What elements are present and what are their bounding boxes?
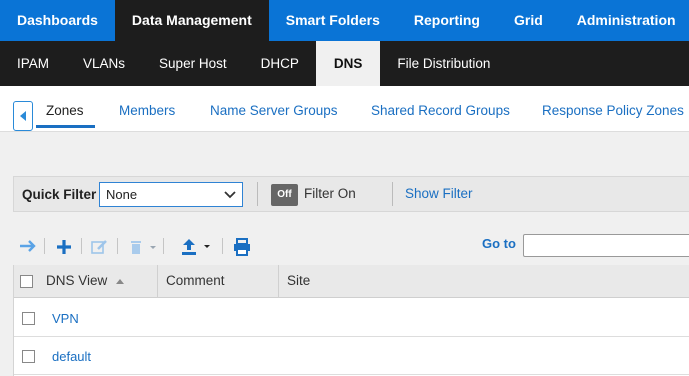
toolbar-separator	[117, 238, 118, 254]
quick-filter-selected-value: None	[106, 187, 138, 202]
select-all-checkbox[interactable]	[20, 275, 33, 288]
quick-filter-label: Quick Filter	[22, 187, 97, 202]
column-header-site[interactable]: Site	[279, 265, 689, 298]
filter-on-label: Filter On	[304, 186, 356, 201]
column-header-label: DNS View	[46, 273, 108, 288]
top-nav-grid[interactable]: Grid	[497, 0, 560, 41]
dns-view-link[interactable]: VPN	[52, 311, 79, 326]
toolbar-separator	[222, 238, 223, 254]
dns-view-link[interactable]: default	[52, 349, 91, 364]
sub-nav-super-host[interactable]: Super Host	[142, 41, 244, 86]
delete-icon[interactable]	[128, 238, 158, 256]
toolbar-separator	[163, 238, 164, 254]
tab-bar: Zones Members Name Server Groups Shared …	[0, 86, 689, 132]
sub-nav-file-distribution[interactable]: File Distribution	[380, 41, 507, 86]
tab-name-server-groups[interactable]: Name Server Groups	[210, 103, 338, 118]
export-icon[interactable]	[181, 237, 215, 257]
goto-input[interactable]	[523, 234, 689, 257]
tab-shared-record-groups[interactable]: Shared Record Groups	[371, 103, 510, 118]
top-nav-dashboards[interactable]: Dashboards	[0, 0, 115, 41]
toolbar-separator	[44, 238, 45, 254]
sub-nav: IPAM VLANs Super Host DHCP DNS File Dist…	[0, 41, 689, 86]
row-checkbox[interactable]	[22, 350, 35, 363]
dns-view-grid: DNS View Comment Site VPN default	[13, 265, 689, 376]
grid-header: DNS View Comment Site	[14, 265, 689, 298]
column-header-comment[interactable]: Comment	[158, 265, 279, 298]
tab-scroll-left-button[interactable]	[13, 101, 33, 131]
arrow-right-icon[interactable]	[18, 238, 38, 254]
tab-response-policy-zones[interactable]: Response Policy Zones	[542, 103, 684, 118]
sub-nav-ipam[interactable]: IPAM	[0, 41, 66, 86]
column-header-dns-view[interactable]: DNS View	[38, 265, 158, 298]
add-icon[interactable]	[55, 238, 73, 256]
filter-separator	[392, 182, 393, 206]
edit-icon[interactable]	[91, 239, 109, 255]
tab-members[interactable]: Members	[119, 103, 175, 118]
row-checkbox[interactable]	[22, 312, 35, 325]
sub-nav-vlans[interactable]: VLANs	[66, 41, 142, 86]
show-filter-link[interactable]: Show Filter	[405, 186, 473, 201]
tab-zones[interactable]: Zones	[46, 103, 84, 118]
filter-separator	[257, 182, 258, 206]
quick-filter-select[interactable]: None	[99, 182, 243, 207]
sub-nav-dhcp[interactable]: DHCP	[244, 41, 316, 86]
caret-left-icon	[20, 111, 26, 121]
sort-ascending-icon	[116, 279, 125, 284]
toolbar-separator	[81, 238, 82, 254]
top-nav: Dashboards Data Management Smart Folders…	[0, 0, 689, 41]
table-row[interactable]: VPN	[14, 299, 689, 337]
print-icon[interactable]	[233, 238, 251, 256]
top-nav-smart-folders[interactable]: Smart Folders	[269, 0, 397, 41]
active-tab-indicator	[36, 125, 95, 128]
filter-toggle[interactable]: Off	[271, 184, 298, 206]
goto-label: Go to	[482, 236, 516, 251]
quick-filter-bar: Quick Filter None Off Filter On Show Fil…	[13, 176, 689, 212]
table-row[interactable]: default	[14, 337, 689, 375]
top-nav-reporting[interactable]: Reporting	[397, 0, 497, 41]
tab-bar-divider	[0, 131, 689, 132]
top-nav-administration[interactable]: Administration	[560, 0, 689, 41]
chevron-down-icon	[224, 191, 236, 199]
top-nav-data-management[interactable]: Data Management	[114, 0, 269, 41]
sub-nav-dns[interactable]: DNS	[315, 41, 381, 86]
